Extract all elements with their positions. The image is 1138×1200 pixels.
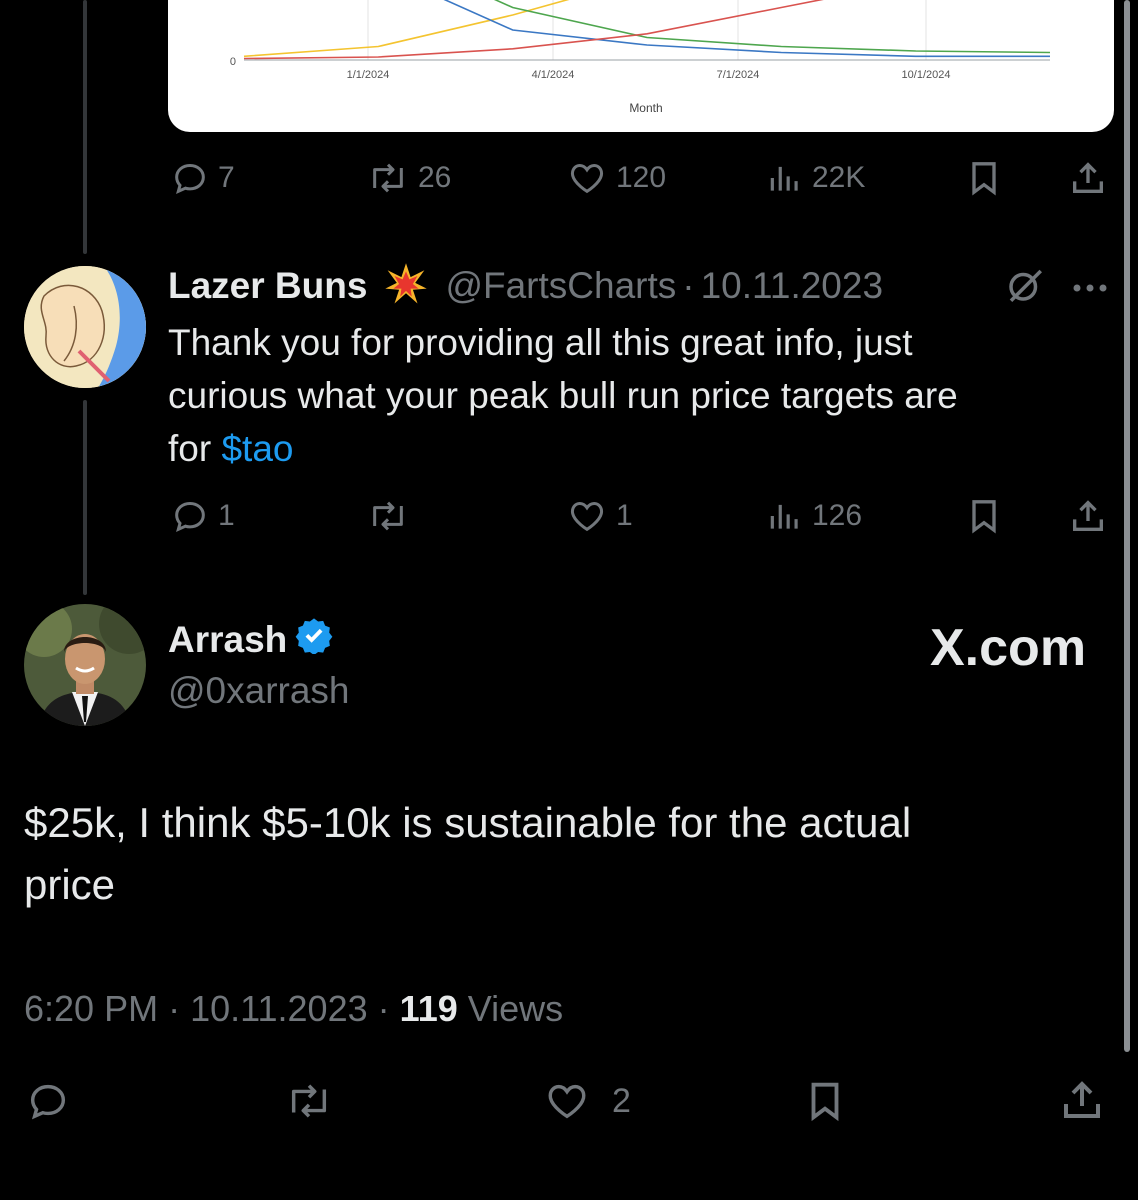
share-button[interactable] — [1068, 158, 1108, 198]
dot-separator: · — [377, 988, 390, 1029]
repost-icon — [373, 501, 403, 531]
tweet-date[interactable]: 10.11.2023 — [190, 988, 368, 1029]
y-tick-label: 0 — [230, 56, 236, 68]
dot-separator: · — [168, 988, 181, 1029]
reply-text-line: Thank you for providing all this great i… — [168, 322, 913, 363]
reply-text-line: curious what your peak bull run price ta… — [168, 375, 958, 416]
x-com-watermark: X.com — [930, 619, 1087, 677]
share-icon — [1064, 1081, 1100, 1118]
x-tick-label: 4/1/2024 — [532, 69, 575, 81]
x-tick-label: 10/1/2024 — [902, 69, 951, 81]
views-icon — [770, 166, 798, 191]
more-icon[interactable] — [1072, 280, 1112, 298]
reply-icon — [175, 501, 205, 532]
x-tick-label: 1/1/2024 — [347, 69, 390, 81]
repost-count: 26 — [418, 161, 452, 194]
share-icon — [1073, 500, 1103, 531]
reply-count: 7 — [218, 161, 235, 194]
reply-count: 1 — [218, 499, 235, 532]
series-line — [243, 0, 824, 60]
reply-date[interactable]: 10.11.2023 — [701, 265, 883, 307]
reply-author-name[interactable]: Lazer Buns — [168, 265, 367, 307]
repost-button[interactable] — [282, 1078, 336, 1124]
main-text-line: price — [24, 861, 116, 908]
like-icon — [570, 163, 604, 194]
reply-avatar[interactable] — [24, 266, 146, 388]
bookmark-button[interactable] — [802, 1078, 848, 1124]
reply-button[interactable] — [24, 1078, 72, 1124]
main-text-line: $25k, I think $5-10k is sustainable for … — [24, 799, 912, 846]
repost-button[interactable]: 26 — [366, 158, 451, 198]
reply-text-prefix: for — [168, 428, 222, 469]
share-button[interactable] — [1068, 496, 1108, 536]
grok-icon[interactable] — [1004, 264, 1046, 311]
reply-button[interactable]: 1 — [170, 496, 235, 536]
x-axis-title: Month — [629, 101, 662, 115]
verified-icon — [295, 616, 333, 663]
reply-author-handle[interactable]: @FartsCharts — [445, 265, 676, 307]
main-author-name-row: Arrash — [168, 616, 333, 663]
share-icon — [1073, 162, 1103, 193]
tweet-time[interactable]: 6:20 PM — [24, 988, 158, 1029]
views-button[interactable]: 22K — [766, 158, 865, 198]
x-tick-label: 7/1/2024 — [717, 69, 760, 81]
like-button[interactable]: 1 — [566, 496, 633, 536]
bookmark-icon — [811, 1082, 839, 1122]
reply-header: Lazer Buns @FartsCharts · 10.11.2023 — [168, 262, 883, 310]
like-button[interactable]: 2 — [542, 1078, 631, 1124]
thread-line-top — [83, 0, 87, 254]
bookmark-button[interactable] — [964, 158, 1004, 198]
bookmark-icon — [972, 162, 996, 196]
reply-text-line: for $tao — [168, 422, 1088, 475]
views-icon — [770, 504, 798, 529]
main-tweet-meta: 6:20 PM · 10.11.2023 · 119 Views — [24, 988, 563, 1030]
bookmark-icon — [972, 500, 996, 534]
reply-icon — [175, 163, 205, 194]
reply-button[interactable]: 7 — [170, 158, 235, 198]
scrollbar[interactable] — [1124, 0, 1130, 1052]
views-count: 22K — [812, 161, 866, 194]
like-button[interactable]: 120 — [566, 158, 666, 198]
repost-button[interactable] — [366, 496, 418, 536]
views-label: Views — [467, 988, 564, 1029]
line-chart: 0 1/1/2024 4/1/2024 7/1/2024 10/1/2024 Month — [230, 0, 1051, 115]
cashtag-link[interactable]: $tao — [221, 428, 293, 469]
avatar-photo — [24, 604, 146, 726]
bookmark-button[interactable] — [964, 496, 1004, 536]
main-tweet-text: $25k, I think $5-10k is sustainable for … — [24, 792, 1104, 916]
like-icon — [548, 1084, 586, 1119]
main-author-handle[interactable]: @0xarrash — [168, 670, 350, 712]
series-line — [243, 0, 570, 58]
main-avatar[interactable] — [24, 604, 146, 726]
chart-image[interactable]: 0 1/1/2024 4/1/2024 7/1/2024 10/1/2024 Month — [168, 0, 1114, 132]
main-author-name[interactable]: Arrash — [168, 619, 287, 661]
share-button[interactable] — [1058, 1076, 1106, 1124]
like-count: 120 — [616, 161, 667, 194]
views-button[interactable]: 126 — [766, 496, 862, 536]
repost-icon — [373, 163, 403, 193]
like-icon — [570, 501, 604, 532]
views-count: 126 — [812, 499, 863, 532]
avatar-illustration — [24, 266, 146, 388]
views-count: 119 — [399, 988, 458, 1029]
reply-icon — [30, 1084, 66, 1120]
thread-line-middle — [83, 400, 87, 595]
dot-separator: · — [682, 265, 695, 306]
like-count: 1 — [616, 499, 633, 532]
collision-emoji-icon — [383, 261, 429, 312]
like-count: 2 — [612, 1081, 631, 1120]
reply-text: Thank you for providing all this great i… — [168, 316, 1088, 475]
repost-icon — [291, 1084, 327, 1118]
